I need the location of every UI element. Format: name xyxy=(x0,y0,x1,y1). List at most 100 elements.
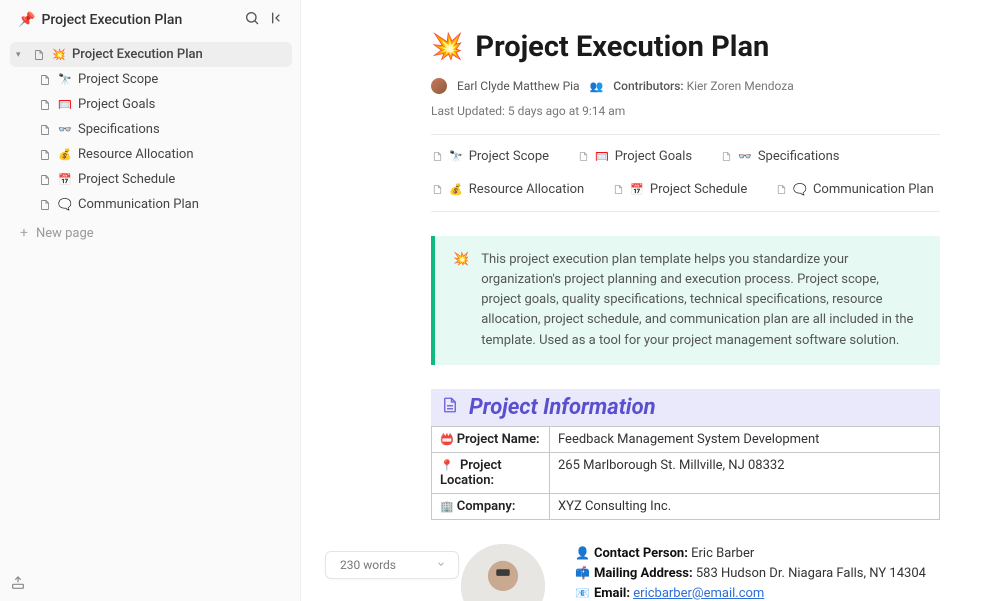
subpage-link[interactable]: 👓 Specifications xyxy=(720,149,839,164)
page-emoji: 💥 xyxy=(52,48,66,61)
page-emoji: 🔭 xyxy=(449,150,463,163)
subpage-link[interactable]: 🔭 Project Scope xyxy=(431,149,549,164)
page-emoji: 📅 xyxy=(630,183,644,196)
page-icon xyxy=(32,48,46,62)
subpage-link[interactable]: 📅 Project Schedule xyxy=(612,182,747,197)
section-title: Project Information xyxy=(469,395,656,420)
section-header[interactable]: Project Information xyxy=(431,389,940,426)
people-icon: 👥 xyxy=(590,80,604,93)
callout-emoji: 💥 xyxy=(453,250,469,351)
tree-item[interactable]: 🥅 Project Goals xyxy=(10,92,292,117)
doc-emoji[interactable]: 💥 xyxy=(431,32,463,62)
pin-icon: 📌 xyxy=(18,12,35,28)
new-page-label: New page xyxy=(36,226,94,241)
collapse-sidebar-icon[interactable] xyxy=(270,10,286,30)
chevron-down-icon xyxy=(436,558,446,572)
tree-item-label: Communication Plan xyxy=(78,197,199,212)
tree-item[interactable]: 👓 Specifications xyxy=(10,117,292,142)
subpage-links: 🔭 Project Scope 🥅Project Goals 👓 Specifica… xyxy=(431,149,940,197)
subpage-link[interactable]: 💰 Resource Allocation xyxy=(431,182,584,197)
cell-label: Company: xyxy=(457,499,516,514)
sidebar-title-wrap[interactable]: 📌 Project Execution Plan xyxy=(18,12,182,28)
person-icon: 👤 xyxy=(575,546,590,560)
plus-icon: + xyxy=(20,225,28,241)
callout-text: This project execution plan template hel… xyxy=(481,250,922,351)
page-emoji: 🗨️ xyxy=(793,183,807,196)
tree-item-label: Specifications xyxy=(78,122,160,137)
mailing-address: 583 Hudson Dr. Niagara Falls, NY 14304 xyxy=(696,566,926,581)
sidebar-header: 📌 Project Execution Plan xyxy=(0,0,300,38)
tree-item-label: Project Execution Plan xyxy=(72,47,203,62)
tree-item[interactable]: 🗨️ Communication Plan xyxy=(10,192,292,217)
cell-emoji: 🏢 xyxy=(440,500,454,513)
subpage-link[interactable]: 🥅Project Goals xyxy=(577,149,692,164)
page-emoji: 🗨️ xyxy=(58,198,72,211)
main-content: 💥 Project Execution Plan Earl Clyde Matt… xyxy=(301,0,1000,601)
callout-block[interactable]: 💥 This project execution plan template h… xyxy=(431,236,940,365)
sidebar: 📌 Project Execution Plan ▾ 💥 Project Exe… xyxy=(0,0,301,601)
page-emoji: 👓 xyxy=(58,123,72,136)
tree-item-label: Project Scope xyxy=(78,72,158,87)
divider xyxy=(431,134,940,135)
page-icon xyxy=(38,198,52,212)
tree-item[interactable]: 💰 Resource Allocation xyxy=(10,142,292,167)
subpage-label: Resource Allocation xyxy=(469,182,585,197)
subpage-link[interactable]: 🗨️ Communication Plan xyxy=(775,182,934,197)
table-row[interactable]: 📍 Project Location: 265 Marlborough St. … xyxy=(432,452,940,493)
page-icon xyxy=(431,183,443,197)
email-label: Email: xyxy=(594,586,630,601)
contact-person-label: Contact Person: xyxy=(594,546,688,561)
contact-details: 👤Contact Person: Eric Barber 📫Mailing Ad… xyxy=(575,544,926,601)
page-emoji: 👓 xyxy=(738,150,752,163)
page-emoji: 💰 xyxy=(449,183,463,196)
caret-down-icon[interactable]: ▾ xyxy=(16,50,26,60)
sidebar-app-title: Project Execution Plan xyxy=(41,12,182,28)
new-page-button[interactable]: + New page xyxy=(10,217,292,247)
subpage-label: Project Schedule xyxy=(650,182,747,197)
subpage-label: Communication Plan xyxy=(813,182,934,197)
tree-item-label: Project Goals xyxy=(78,97,155,112)
contact-email-link[interactable]: ericbarber@email.com xyxy=(633,586,764,601)
page-icon xyxy=(38,73,52,87)
page-icon xyxy=(720,150,732,164)
email-icon: 📧 xyxy=(575,586,590,600)
tree-item-label: Project Schedule xyxy=(78,172,175,187)
contact-block[interactable]: 👤Contact Person: Eric Barber 📫Mailing Ad… xyxy=(431,544,940,601)
tree-item-label: Resource Allocation xyxy=(78,147,194,162)
page-icon xyxy=(577,150,589,164)
page-icon xyxy=(38,98,52,112)
contributors-label: Contributors: xyxy=(613,79,683,93)
doc-meta: Earl Clyde Matthew Pia 👥 Contributors: K… xyxy=(431,78,940,118)
page-emoji: 📅 xyxy=(58,173,72,186)
divider xyxy=(431,211,940,212)
last-updated-label: Last Updated: xyxy=(431,104,505,118)
author-name[interactable]: Earl Clyde Matthew Pia xyxy=(457,79,580,93)
page-icon xyxy=(431,150,443,164)
cell-value[interactable]: Feedback Management System Development xyxy=(550,426,940,452)
subpage-label: Specifications xyxy=(758,149,840,164)
tree-item[interactable]: 📅 Project Schedule xyxy=(10,167,292,192)
subpage-label: Project Scope xyxy=(469,149,549,164)
author-avatar[interactable] xyxy=(431,78,447,94)
cell-emoji: 📛 xyxy=(440,433,454,446)
doc-title[interactable]: Project Execution Plan xyxy=(475,30,769,64)
cell-label: Project Name: xyxy=(457,432,540,447)
table-row[interactable]: 🏢Company: XYZ Consulting Inc. xyxy=(432,493,940,519)
page-icon xyxy=(38,148,52,162)
cell-value[interactable]: 265 Marlborough St. Millville, NJ 08332 xyxy=(550,452,940,493)
word-count-dropdown[interactable]: 230 words xyxy=(325,551,459,579)
page-emoji: 🔭 xyxy=(58,73,72,86)
contributors[interactable]: Kier Zoren Mendoza xyxy=(687,79,794,93)
page-emoji: 🥅 xyxy=(58,98,72,111)
cell-value[interactable]: XYZ Consulting Inc. xyxy=(550,493,940,519)
page-icon xyxy=(612,183,624,197)
last-updated: 5 days ago at 9:14 am xyxy=(508,104,625,118)
info-table[interactable]: 📛Project Name: Feedback Management Syste… xyxy=(431,426,940,520)
tree-item[interactable]: 🔭 Project Scope xyxy=(10,67,292,92)
contact-avatar xyxy=(461,544,545,601)
search-icon[interactable] xyxy=(244,10,260,30)
page-icon xyxy=(38,173,52,187)
tree-item-root[interactable]: ▾ 💥 Project Execution Plan xyxy=(10,42,292,67)
export-icon[interactable] xyxy=(10,575,26,595)
table-row[interactable]: 📛Project Name: Feedback Management Syste… xyxy=(432,426,940,452)
